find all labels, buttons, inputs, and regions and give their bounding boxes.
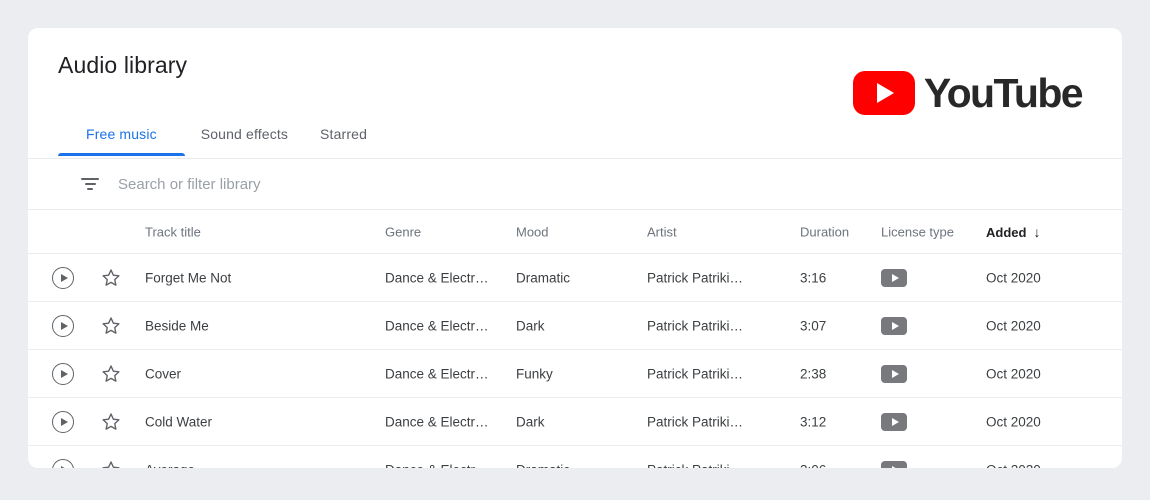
cell-mood: Dramatic	[516, 270, 571, 285]
filter-list-icon[interactable]	[80, 177, 100, 191]
cell-license-type	[881, 460, 907, 468]
youtube-logo: YouTube	[852, 69, 1084, 116]
cell-added: Oct 2020	[986, 270, 1041, 285]
youtube-badge-icon	[881, 412, 907, 431]
cell-license-type	[881, 364, 907, 383]
cell-artist: Patrick Patriki…	[647, 414, 744, 429]
table-row[interactable]: Cover Dance & Electr… Funky Patrick Patr…	[28, 350, 1122, 398]
column-header-license-type[interactable]: License type	[881, 224, 954, 239]
cell-genre: Dance & Electr…	[385, 366, 489, 381]
column-header-added[interactable]: Added ↓	[986, 224, 1040, 240]
cell-artist: Patrick Patriki…	[647, 462, 743, 468]
cell-duration: 3:16	[800, 270, 827, 285]
tab-starred[interactable]: Starred	[304, 126, 383, 156]
cell-mood: Dark	[516, 318, 545, 333]
column-header-duration[interactable]: Duration	[800, 224, 849, 239]
sort-desc-arrow-icon: ↓	[1033, 223, 1041, 240]
tab-free-music[interactable]: Free music	[58, 126, 185, 156]
tab-free-music-label: Free music	[86, 126, 157, 142]
youtube-play-badge-icon	[852, 71, 915, 115]
column-header-artist[interactable]: Artist	[647, 224, 677, 239]
cell-mood: Funky	[516, 366, 553, 381]
play-button[interactable]	[52, 266, 74, 289]
play-button[interactable]	[52, 458, 74, 468]
column-header-track-title[interactable]: Track title	[145, 224, 201, 239]
column-header-mood[interactable]: Mood	[516, 224, 549, 239]
youtube-badge-icon	[881, 460, 907, 468]
cell-track-title: Average	[145, 462, 195, 468]
track-table: Track title Genre Mood Artist Duration L…	[28, 210, 1122, 468]
star-outline-icon	[102, 268, 120, 286]
star-button[interactable]	[100, 363, 122, 385]
table-row[interactable]: Cold Water Dance & Electr… Dark Patrick …	[28, 398, 1122, 446]
search-bar	[28, 159, 1122, 209]
cell-genre: Dance & Electr…	[385, 462, 489, 468]
youtube-badge-icon	[881, 364, 907, 383]
cell-genre: Dance & Electr…	[385, 270, 489, 285]
youtube-badge-icon	[881, 268, 907, 287]
cell-duration: 3:07	[800, 318, 827, 333]
column-header-genre[interactable]: Genre	[385, 224, 421, 239]
play-button[interactable]	[52, 410, 74, 433]
star-outline-icon	[102, 364, 120, 382]
cell-added: Oct 2020	[986, 318, 1041, 333]
cell-license-type	[881, 268, 907, 287]
cell-added: Oct 2020	[986, 366, 1041, 381]
card-header: Audio library YouTube Free music Sound e…	[28, 28, 1122, 158]
table-header-row: Track title Genre Mood Artist Duration L…	[28, 210, 1122, 254]
star-outline-icon	[102, 460, 120, 468]
cell-track-title: Cover	[145, 366, 182, 381]
cell-track-title: Forget Me Not	[145, 270, 232, 285]
cell-artist: Patrick Patriki…	[647, 318, 744, 333]
star-button[interactable]	[100, 267, 122, 289]
table-row[interactable]: Forget Me Not Dance & Electr… Dramatic P…	[28, 254, 1122, 302]
tab-sound-effects[interactable]: Sound effects	[185, 126, 304, 156]
cell-genre: Dance & Electr…	[385, 318, 489, 333]
tab-sound-effects-label: Sound effects	[200, 126, 289, 142]
cell-duration: 3:06	[800, 462, 826, 468]
tab-starred-label: Starred	[320, 126, 368, 142]
youtube-badge-icon	[881, 316, 907, 335]
page-title: Audio library	[58, 52, 188, 78]
cell-duration: 3:12	[800, 414, 827, 429]
star-outline-icon	[102, 316, 120, 334]
cell-track-title: Beside Me	[145, 318, 209, 333]
star-button[interactable]	[100, 315, 122, 337]
cell-track-title: Cold Water	[145, 414, 213, 429]
play-button[interactable]	[52, 362, 74, 385]
cell-genre: Dance & Electr…	[385, 414, 489, 429]
star-button[interactable]	[100, 411, 122, 433]
cell-mood: Dramatic	[516, 462, 570, 468]
tab-bar: Free music Sound effects Starred	[58, 126, 383, 156]
cell-artist: Patrick Patriki…	[647, 270, 744, 285]
youtube-wordmark: YouTube	[923, 69, 1084, 116]
cell-license-type	[881, 316, 907, 335]
table-row[interactable]: Beside Me Dance & Electr… Dark Patrick P…	[28, 302, 1122, 350]
column-header-added-label: Added	[986, 224, 1027, 240]
star-outline-icon	[102, 412, 120, 430]
search-input[interactable]	[118, 175, 718, 193]
star-button[interactable]	[100, 459, 122, 468]
cell-mood: Dark	[516, 414, 545, 429]
cell-duration: 2:38	[800, 366, 827, 381]
cell-license-type	[881, 412, 907, 431]
cell-artist: Patrick Patriki…	[647, 366, 744, 381]
play-button[interactable]	[52, 314, 74, 337]
audio-library-card: Audio library YouTube Free music Sound e…	[28, 28, 1122, 468]
cell-added: Oct 2020	[986, 462, 1041, 468]
table-row[interactable]: Average Dance & Electr… Dramatic Patrick…	[28, 446, 1122, 468]
cell-added: Oct 2020	[986, 414, 1041, 429]
